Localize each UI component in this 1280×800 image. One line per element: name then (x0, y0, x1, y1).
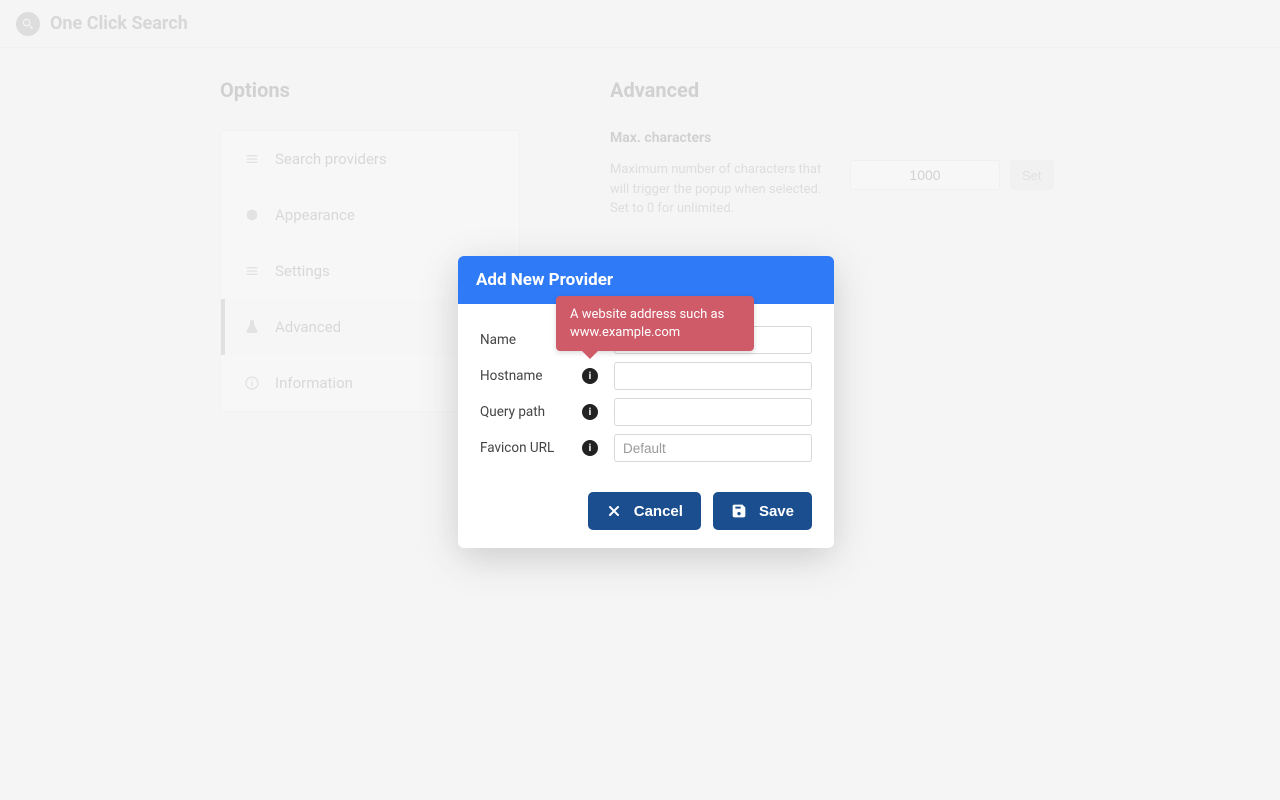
querypath-info-icon[interactable]: i (582, 404, 598, 420)
save-icon (731, 503, 747, 519)
cancel-button[interactable]: Cancel (588, 492, 701, 530)
hostname-input[interactable] (614, 362, 812, 390)
form-row-querypath: Query path i (480, 394, 812, 430)
save-button[interactable]: Save (713, 492, 812, 530)
favicon-info-icon[interactable]: i (582, 440, 598, 456)
querypath-input[interactable] (614, 398, 812, 426)
hostname-info-icon[interactable]: i (582, 368, 598, 384)
form-row-favicon: Favicon URL i (480, 430, 812, 466)
form-row-hostname: Hostname i (480, 358, 812, 394)
hostname-tooltip: A website address such as www.example.co… (556, 296, 754, 351)
close-icon (606, 503, 622, 519)
favicon-input[interactable] (614, 434, 812, 462)
querypath-label: Query path (480, 404, 582, 420)
cancel-label: Cancel (634, 503, 683, 520)
save-label: Save (759, 503, 794, 520)
favicon-label: Favicon URL (480, 440, 582, 456)
hostname-label: Hostname (480, 368, 582, 384)
